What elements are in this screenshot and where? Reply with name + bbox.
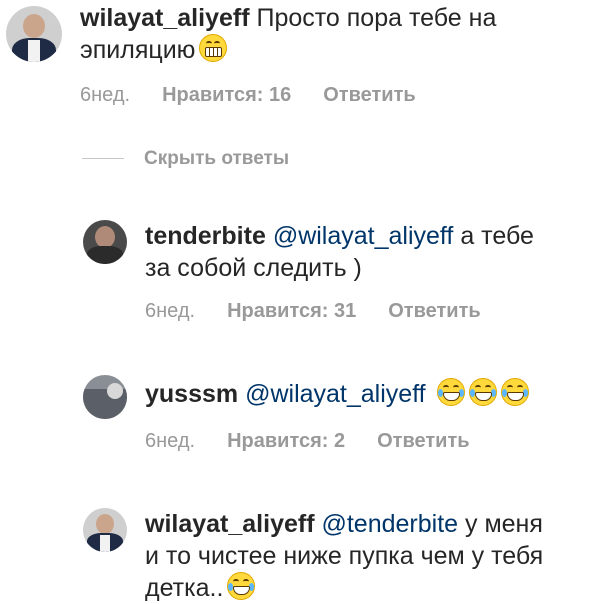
comment-body-line2: эпиляцию	[80, 36, 196, 64]
tears-of-joy-icon	[436, 378, 465, 406]
avatar[interactable]	[83, 220, 127, 264]
grimacing-face-icon	[199, 34, 228, 62]
tears-of-joy-icon	[468, 378, 497, 406]
mention-link[interactable]: @tenderbite	[321, 510, 458, 538]
comment-username[interactable]: yusssm	[145, 380, 238, 408]
comment-meta: 6нед. Нравится: 2 Ответить	[145, 430, 470, 453]
comment-meta: 6нед. Нравится: 31 Ответить	[145, 300, 481, 323]
comment-body-line2: за собой следить )	[145, 254, 362, 282]
comment-time: 6нед.	[80, 84, 131, 106]
reply-button[interactable]: Ответить	[323, 84, 415, 106]
comment-body: Просто пора тебе на	[249, 4, 497, 32]
comment-username[interactable]: wilayat_aliyeff	[80, 4, 250, 32]
mention-link[interactable]: @wilayat_aliyeff	[245, 380, 426, 408]
tears-of-joy-icon	[227, 572, 256, 600]
reply-button[interactable]: Ответить	[388, 300, 480, 322]
likes-count[interactable]: Нравится: 16	[162, 84, 291, 106]
hide-replies-button[interactable]: Скрыть ответы	[82, 148, 289, 170]
comment-text: wilayat_aliyeff @tenderbite у меня и то …	[145, 508, 592, 604]
comment-body-line2: и то чистее ниже пупка чем у тебя	[145, 542, 544, 570]
comment-meta: 6нед. Нравится: 16 Ответить	[80, 84, 416, 107]
reply-button[interactable]: Ответить	[377, 430, 469, 452]
comment-body: у меня	[458, 510, 543, 538]
comment-text: wilayat_aliyeff Просто пора тебе на эпил…	[80, 2, 580, 66]
comment-text: tenderbite @wilayat_aliyeff а тебе за со…	[145, 220, 592, 284]
avatar[interactable]	[6, 6, 62, 62]
comment-time: 6нед.	[145, 430, 196, 452]
mention-link[interactable]: @wilayat_aliyeff	[273, 222, 454, 250]
comment-username[interactable]: wilayat_aliyeff	[145, 510, 315, 538]
comment-body-line3: детка..	[145, 574, 224, 602]
hide-replies-label[interactable]: Скрыть ответы	[144, 148, 289, 169]
comment-time: 6нед.	[145, 300, 196, 322]
tears-of-joy-icon	[500, 378, 529, 406]
likes-count[interactable]: Нравится: 31	[227, 300, 356, 322]
avatar[interactable]	[83, 375, 127, 419]
divider	[82, 158, 124, 160]
comment-body: а тебе	[453, 222, 534, 250]
comment-text: yusssm @wilayat_aliyeff	[145, 378, 592, 410]
avatar[interactable]	[83, 508, 127, 552]
likes-count[interactable]: Нравится: 2	[227, 430, 345, 452]
comment-username[interactable]: tenderbite	[145, 222, 266, 250]
